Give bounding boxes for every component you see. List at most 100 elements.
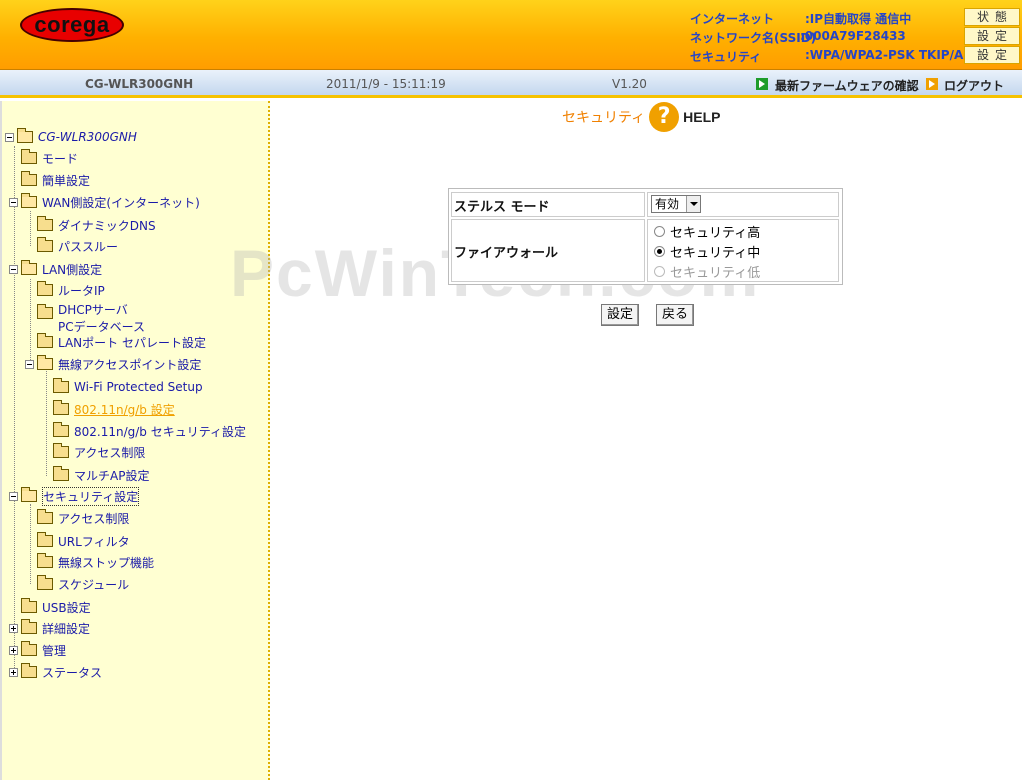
arrow-right-icon	[926, 78, 938, 90]
folder-icon	[37, 532, 53, 547]
folder-icon	[37, 237, 53, 252]
firmware-check-link[interactable]: 最新ファームウェアの確認	[775, 77, 919, 94]
sidebar-item-url-filter[interactable]: URLフィルタ	[37, 531, 130, 551]
folder-icon	[21, 171, 37, 186]
sidebar-item-multi-ap[interactable]: マルチAP設定	[53, 465, 149, 485]
status-button[interactable]: 状態	[964, 8, 1020, 26]
chevron-down-icon	[686, 196, 700, 212]
sidebar-item-wireless-ap[interactable]: 無線アクセスポイント設定	[25, 354, 201, 374]
sidebar-item-advanced[interactable]: 詳細設定	[9, 618, 90, 638]
folder-icon	[37, 216, 53, 231]
folder-icon	[37, 281, 53, 296]
model-name: CG-WLR300GNH	[85, 77, 194, 91]
sidebar-item-80211-settings[interactable]: 802.11n/g/b 設定	[53, 399, 175, 419]
logout-link[interactable]: ログアウト	[944, 77, 1004, 94]
ssid-settings-button[interactable]: 設定	[964, 27, 1020, 45]
sidebar-item-lan-port-separate[interactable]: LANポート セパレート設定	[37, 332, 206, 352]
collapse-icon[interactable]	[9, 491, 18, 501]
radio-unchecked-icon[interactable]	[654, 225, 665, 237]
sidebar-item-wireless-stop[interactable]: 無線ストップ機能	[37, 552, 154, 572]
folder-icon	[37, 575, 53, 590]
tree-line	[30, 211, 31, 246]
collapse-icon[interactable]	[9, 197, 18, 207]
folder-icon	[21, 619, 37, 634]
folder-open-icon	[21, 193, 37, 208]
status-ssid-value: :000A79F28433	[800, 29, 906, 43]
sidebar-item-schedule[interactable]: スケジュール	[37, 574, 129, 594]
info-bar: CG-WLR300GNH 2011/1/9 - 15:11:19 V1.20 最…	[0, 70, 1022, 98]
help-question-icon[interactable]: ?	[649, 102, 680, 132]
tree-line	[30, 504, 31, 584]
folder-icon	[53, 466, 69, 481]
firmware-version: V1.20	[612, 77, 647, 91]
firewall-option-medium[interactable]: セキュリティ中	[654, 242, 760, 261]
datetime: 2011/1/9 - 15:11:19	[326, 77, 446, 91]
sidebar-item-security[interactable]: セキュリティ設定	[9, 486, 140, 506]
folder-icon	[37, 304, 53, 319]
arrow-right-icon	[756, 78, 768, 90]
sidebar-item-router-ip[interactable]: ルータIP	[37, 280, 105, 300]
collapse-icon[interactable]	[25, 359, 34, 369]
expand-icon[interactable]	[9, 645, 18, 655]
collapse-icon[interactable]	[5, 132, 14, 142]
sidebar-item-ddns[interactable]: ダイナミックDNS	[37, 215, 156, 235]
folder-open-icon	[21, 487, 37, 502]
expand-icon[interactable]	[9, 667, 18, 677]
sidebar-item-wps[interactable]: Wi-Fi Protected Setup	[53, 377, 203, 397]
folder-icon	[21, 663, 37, 678]
status-internet-value: :IP自動取得 通信中	[805, 12, 912, 26]
folder-icon	[37, 333, 53, 348]
status-internet: インターネット :IP自動取得 通信中 状態	[690, 8, 1020, 28]
folder-open-icon	[37, 355, 53, 370]
folder-icon	[21, 149, 37, 164]
sidebar-tree: CG-WLR300GNH モード 簡単設定 WAN側設定(インターネット) ダイ…	[0, 101, 270, 780]
stealth-mode-select[interactable]: 有効	[651, 195, 701, 213]
tree-root[interactable]: CG-WLR300GNH	[5, 127, 137, 147]
status-security-value: :WPA/WPA2-PSK TKIP/AES	[805, 48, 965, 62]
sidebar-item-wan[interactable]: WAN側設定(インターネット)	[9, 192, 200, 212]
status-security-label: セキュリティ	[690, 50, 762, 64]
status-ssid-label: ネットワーク名(SSID)	[690, 31, 817, 45]
collapse-icon[interactable]	[9, 264, 18, 274]
sidebar-item-easy-setup[interactable]: 簡単設定	[21, 170, 90, 190]
firewall-option-low[interactable]: セキュリティ低	[654, 262, 760, 281]
help-link[interactable]: HELP	[683, 109, 720, 125]
back-button[interactable]: 戻る	[656, 304, 695, 326]
header: corega インターネット :IP自動取得 通信中 状態 ネットワーク名(SS…	[0, 0, 1022, 70]
folder-icon	[21, 641, 37, 656]
folder-icon	[37, 553, 53, 568]
folder-icon	[21, 598, 37, 613]
sidebar-item-usb[interactable]: USB設定	[21, 597, 91, 617]
page-title: セキュリティ	[562, 110, 646, 126]
status-ssid: ネットワーク名(SSID) :000A79F28433 設定	[690, 27, 1020, 47]
radio-checked-icon[interactable]	[654, 245, 665, 257]
tree-line	[30, 279, 31, 364]
tree-line	[46, 369, 47, 476]
folder-icon	[37, 509, 53, 524]
sidebar-item-management[interactable]: 管理	[9, 640, 66, 660]
sidebar-item-dhcp[interactable]: DHCPサーバ PCデータベース	[37, 301, 146, 334]
folder-icon	[53, 378, 69, 393]
radio-unchecked-icon[interactable]	[654, 265, 665, 277]
security-settings-button[interactable]: 設定	[964, 46, 1020, 64]
tree-line	[14, 146, 15, 672]
firewall-label: ファイアウォール	[454, 246, 559, 261]
sidebar-item-passthrough[interactable]: パススルー	[37, 236, 118, 256]
status-security: セキュリティ :WPA/WPA2-PSK TKIP/AES 設定	[690, 46, 1020, 66]
sidebar-item-wireless-access-limit[interactable]: アクセス制限	[53, 442, 145, 462]
sidebar-item-access-limit[interactable]: アクセス制限	[37, 508, 129, 528]
folder-open-icon	[17, 128, 33, 143]
sidebar-item-80211-security[interactable]: 802.11n/g/b セキュリティ設定	[53, 421, 246, 441]
stealth-mode-label: ステルス モード	[454, 200, 550, 215]
folder-open-icon	[21, 260, 37, 275]
submit-button[interactable]: 設定	[601, 304, 640, 326]
firewall-option-high[interactable]: セキュリティ高	[654, 222, 760, 241]
status-internet-label: インターネット	[690, 12, 775, 26]
sidebar-item-dhcp-labels: DHCPサーバ PCデータベース	[58, 303, 146, 334]
folder-icon	[53, 400, 69, 415]
expand-icon[interactable]	[9, 623, 18, 633]
sidebar-item-status[interactable]: ステータス	[9, 662, 102, 682]
sidebar-item-lan[interactable]: LAN側設定	[9, 259, 102, 279]
folder-icon	[53, 443, 69, 458]
sidebar-item-mode[interactable]: モード	[21, 148, 78, 168]
